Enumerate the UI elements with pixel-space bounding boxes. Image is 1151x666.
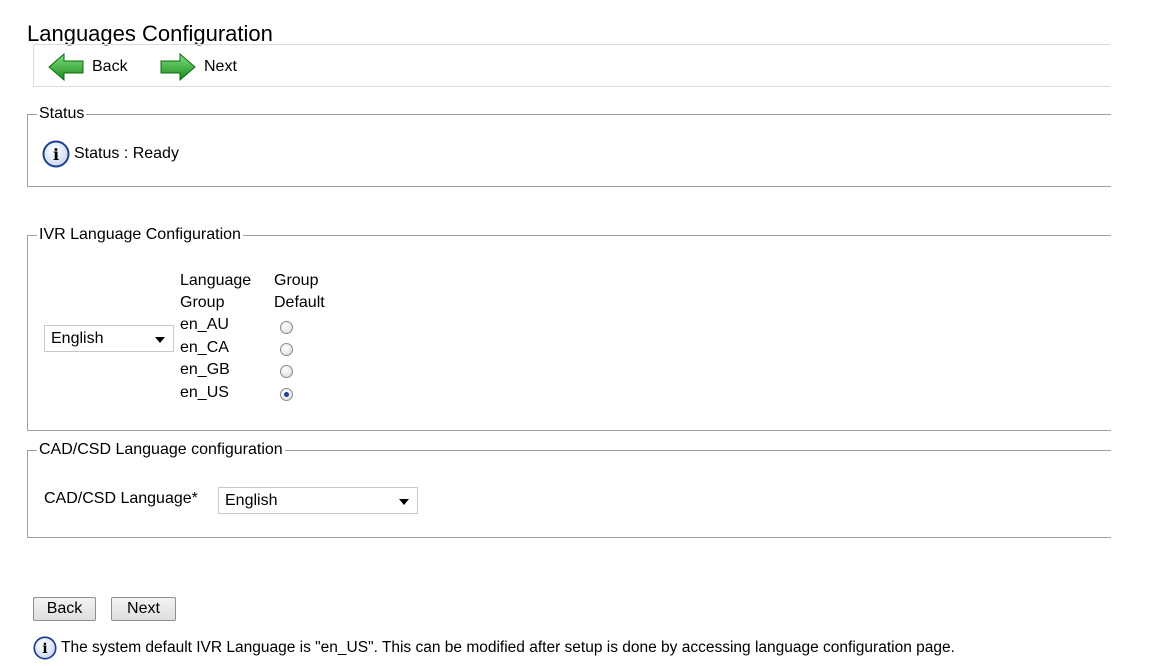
radio-default-en-gb[interactable] (280, 365, 293, 378)
toolbar-back-button[interactable]: Back (48, 53, 128, 81)
page-title: Languages Configuration (27, 20, 273, 46)
back-button[interactable]: Back (33, 597, 96, 621)
cad-legend: CAD/CSD Language configuration (39, 441, 283, 458)
status-legend: Status (39, 105, 85, 122)
next-button[interactable]: Next (111, 597, 176, 621)
toolbar-next-button[interactable]: Next (160, 53, 237, 81)
svg-text:i: i (53, 145, 59, 164)
language-group-en-us: en_US (180, 384, 229, 401)
toolbar-next-label: Next (204, 58, 237, 75)
next-arrow-icon (160, 53, 196, 81)
svg-text:i: i (42, 641, 47, 657)
cad-language-select-value: English (225, 491, 278, 509)
language-group-en-au: en_AU (180, 316, 229, 333)
language-group-en-ca: en_CA (180, 339, 229, 356)
status-panel: Status (27, 105, 1111, 187)
toolbar: Back Next (33, 44, 1110, 87)
column-header-group-default-text: Group Default (274, 272, 325, 311)
back-arrow-icon (48, 53, 84, 81)
column-header-language-group: Language Group (180, 270, 264, 314)
footer-note-text: The system default IVR Language is "en_U… (61, 639, 955, 656)
chevron-down-icon (399, 498, 409, 505)
language-group-en-gb: en_GB (180, 361, 230, 378)
chevron-down-icon (155, 336, 165, 343)
column-header-language-group-text: Language Group (180, 272, 252, 311)
status-row: i Status : Ready (42, 140, 179, 168)
status-text: Status : Ready (74, 145, 179, 162)
cad-language-select[interactable]: English (218, 487, 418, 514)
footer-note: i The system default IVR Language is "en… (33, 636, 955, 660)
radio-default-en-au[interactable] (280, 321, 293, 334)
ivr-language-select[interactable]: English (44, 325, 174, 352)
cad-language-label: CAD/CSD Language* (44, 490, 198, 507)
column-header-group-default: Group Default (274, 270, 334, 314)
info-icon: i (42, 140, 70, 168)
radio-default-en-ca[interactable] (280, 343, 293, 356)
ivr-language-select-value: English (51, 329, 104, 347)
info-icon: i (33, 636, 57, 660)
toolbar-back-label: Back (92, 58, 128, 75)
ivr-legend: IVR Language Configuration (39, 226, 241, 243)
radio-default-en-us[interactable] (280, 388, 293, 401)
